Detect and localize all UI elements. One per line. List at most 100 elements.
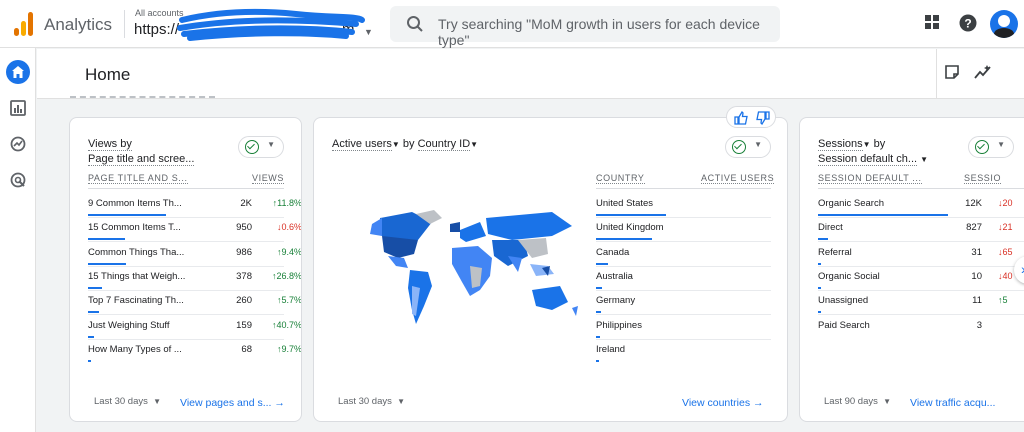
page-title: Home [85,65,131,84]
avatar[interactable] [990,10,1018,38]
table-row[interactable]: Referral 31 ↓65 [818,243,1024,267]
row-label: 9 Common Items Th... [88,198,182,209]
row-bar [596,359,599,362]
map-russia [486,212,572,240]
row-value: 31 [971,246,982,258]
date-range-selector[interactable]: Last 30 days ▼ [338,396,405,407]
table-row[interactable]: Direct 827 ↓21 [818,218,1024,242]
row-value: 950 [236,222,252,234]
map-united-kingdom [450,222,460,232]
chevron-down-icon[interactable]: ▼ [364,27,373,37]
date-range-selector[interactable]: Last 30 days ▼ [94,396,161,407]
svg-text:?: ? [964,17,971,31]
map-southeast-asia [530,264,554,276]
card-title[interactable]: Active users▼ by Country ID▼ [332,137,478,152]
table-row[interactable]: United Kingdom1.3K↑1.4% [596,218,771,242]
insights-icon[interactable] [974,64,992,80]
thumbs-down-icon[interactable] [756,111,770,125]
row-bar [818,311,821,314]
row-bar [596,286,603,289]
table-row[interactable]: 15 Common Items T... 950 ↓0.6% [88,218,301,242]
row-value: 11 [972,295,982,307]
view-traffic-acquisition-link[interactable]: View traffic acqu... [910,397,995,409]
notes-icon[interactable] [944,64,960,80]
chevron-down-icon: ▼ [754,140,762,149]
thumbs-up-icon[interactable] [734,111,748,125]
header-rule [818,188,1024,189]
explore-icon[interactable] [6,132,30,156]
reports-icon[interactable] [6,96,30,120]
date-range-selector[interactable]: Last 90 days ▼ [824,396,891,407]
table-row[interactable]: Germany118↑555.... [596,291,771,315]
compare-toggle[interactable]: ▼ [968,136,1014,158]
table-row[interactable]: Philippines73↓9.9% [596,316,771,340]
row-value: 260 [236,295,252,307]
view-pages-link[interactable]: View pages and s... → [180,397,285,409]
search-bar[interactable]: Try searching "MoM growth in users for e… [390,6,780,48]
feedback-buttons [726,106,776,128]
table-row[interactable]: Just Weighing Stuff 159 ↑40.7% [88,316,301,340]
table-row[interactable]: Australia135↓2.9% [596,267,771,291]
header-rule [88,188,284,189]
row-change: ↑11.8% [272,198,302,208]
row-value: 3 [976,319,982,331]
table-row[interactable]: United States1.6K↑6.7% [596,194,771,218]
redaction-scribble [177,9,365,41]
table-row[interactable]: Unassigned 11 ↑5 [818,291,1024,315]
table-row[interactable]: Common Things Tha... 986 ↑9.4% [88,243,301,267]
table-row[interactable]: 15 Things that Weigh... 378 ↑26.8% [88,267,301,291]
help-icon[interactable]: ? [959,14,977,32]
card-title[interactable]: Sessions▼ by Session default ch... ▼ [818,137,928,167]
row-change: ↓65 [998,246,1013,257]
row-bar [596,214,666,216]
table-row[interactable]: How Many Types of ... 68 ↑9.7% [88,340,301,364]
table-row[interactable]: Ireland53↑20.5% [596,340,771,364]
compare-toggle[interactable]: ▼ [238,136,284,158]
row-value: 12K [965,198,982,209]
row-bar [818,286,821,289]
table-row[interactable]: Paid Search 3 [818,316,1024,340]
advertising-icon[interactable] [6,168,30,192]
column-header-metric: VIEWS [252,173,285,184]
row-value: 378 [236,270,252,282]
row-bar [596,335,600,338]
section-divider [70,96,215,98]
analytics-logo-icon[interactable] [14,12,36,36]
row-label: Direct [818,222,843,234]
row-change: ↑5 [998,295,1008,306]
row-change: ↑9.7% [276,343,302,354]
row-change: ↓21 [998,222,1013,233]
apps-grid-icon[interactable] [924,14,940,30]
top-bar: Analytics All accounts https:// m ▼ Try … [0,0,1024,48]
row-label: Paid Search [818,319,870,331]
row-bar [88,214,166,216]
row-bar [596,311,601,314]
home-icon[interactable] [6,60,30,84]
table-row[interactable]: 9 Common Items Th... 2K ↑11.8% [88,194,301,218]
row-label: Canada [596,246,630,258]
row-change: ↑40.7% [271,319,302,330]
table-row[interactable]: Organic Search 12K ↓20 [818,194,1024,218]
chevron-down-icon: ▼ [997,140,1005,149]
map-south-america [408,270,432,324]
left-nav [0,48,36,432]
table-row[interactable]: Canada267↑11.7% [596,243,771,267]
row-bar [596,238,652,241]
check-circle-icon [732,140,746,154]
row-bar [818,262,821,265]
search-placeholder: Try searching "MoM growth in users for e… [438,16,760,48]
row-label: Philippines [596,319,642,331]
row-label: United States [596,198,654,209]
row-bar [596,262,608,265]
views-card: Views by Page title and scree... ▼ PAGE … [69,117,302,422]
map-alaska [370,218,382,236]
row-label: Organic Search [818,198,885,209]
world-map[interactable] [352,206,584,336]
row-value: 827 [966,222,982,234]
compare-toggle[interactable]: ▼ [725,136,771,158]
card-title[interactable]: Views by Page title and scree... [88,137,195,167]
view-countries-link[interactable]: View countries → [682,397,764,409]
table-row[interactable]: Organic Social 10 ↓40 [818,267,1024,291]
table-row[interactable]: Top 7 Fascinating Th... 260 ↑5.7% [88,291,301,315]
account-value-prefix: https:// [134,21,180,38]
